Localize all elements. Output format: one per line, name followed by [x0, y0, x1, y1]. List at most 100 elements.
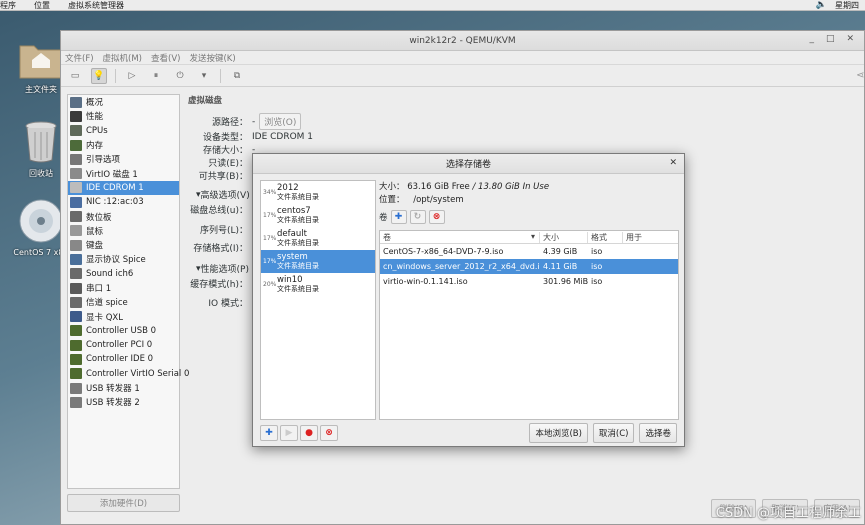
pool-item[interactable]: 17% centos7 文件系统目录 [261, 204, 375, 227]
pool-name: 2012 [277, 182, 299, 193]
toolbar-separator [220, 68, 221, 83]
storage-size-row: 存储大小： - [188, 143, 255, 157]
hardware-item[interactable]: USB 转发器 2 [68, 395, 179, 409]
menu-vm[interactable]: 虚拟机(M) [103, 52, 142, 64]
hardware-item[interactable]: USB 转发器 1 [68, 381, 179, 395]
column-header-format[interactable]: 格式 [588, 231, 623, 243]
shareable-label: 可共享(B)： [198, 172, 248, 182]
refresh-volumes-button[interactable]: ↻ [409, 210, 426, 224]
volume-row[interactable]: CentOS-7-x86_64-DVD-7-9.iso 4.39 GiB iso [380, 244, 678, 259]
disk-icon [70, 168, 82, 180]
snapshots-icon[interactable]: ⧉ [229, 68, 245, 84]
hardware-item-label: Controller USB 0 [86, 325, 157, 336]
pool-item[interactable]: 17% default 文件系统目录 [261, 227, 375, 250]
add-volume-button[interactable]: ✚ [390, 210, 407, 224]
hardware-item[interactable]: 鼠标 [68, 224, 179, 238]
shutdown-icon[interactable]: ⏻ [172, 68, 188, 84]
add-pool-button[interactable]: ✚ [260, 425, 278, 441]
choose-volume-button[interactable]: 选择卷 [639, 423, 677, 443]
menu-file[interactable]: 文件(F) [65, 52, 94, 64]
start-pool-button[interactable]: ▶ [280, 425, 298, 441]
menubar: 文件(F) 虚拟机(M) 查看(V) 发送按键(K) [61, 51, 864, 65]
hardware-item[interactable]: CPUs [68, 124, 179, 138]
hardware-item[interactable]: Sound ich6 [68, 267, 179, 281]
memory-icon [70, 139, 82, 151]
performance-expander[interactable]: ▾ 性能选项(P) [196, 262, 249, 276]
browse-button[interactable]: 浏览(O) [259, 113, 302, 130]
virt-manager-menu[interactable]: 虚拟系统管理器 [68, 0, 124, 11]
volume-size: 4.11 GiB [543, 262, 578, 271]
hardware-item[interactable]: NIC :12:ac:03 [68, 195, 179, 209]
hardware-item[interactable]: Controller VirtIO Serial 0 [68, 367, 189, 381]
add-hardware-button[interactable]: 添加硬件(D) [67, 494, 180, 512]
hardware-item[interactable]: 概况 [68, 95, 179, 109]
pause-icon[interactable]: ⏸ [148, 68, 164, 84]
io-row: IO 模式： [188, 296, 252, 309]
hardware-item[interactable]: VirtIO 磁盘 1 [68, 166, 179, 180]
hardware-item[interactable]: Controller USB 0 [68, 324, 179, 338]
shutdown-menu-chevron-icon[interactable]: ▾ [196, 68, 212, 84]
hardware-item[interactable]: IDE CDROM 1 [68, 180, 179, 196]
delete-icon: ⊗ [325, 428, 333, 438]
close-icon[interactable]: ✕ [846, 34, 854, 44]
advanced-expander[interactable]: ▾ 高级选项(V) [196, 188, 250, 202]
hardware-item[interactable]: 性能 [68, 109, 179, 123]
places-menu[interactable]: 位置 [34, 0, 50, 11]
hardware-item-label: 串口 1 [86, 284, 112, 294]
location-row: 位置： /opt/system [379, 194, 549, 207]
hardware-item[interactable]: 显示协议 Spice [68, 252, 179, 266]
advanced-label: 高级选项(V) [200, 191, 250, 201]
choose-volume-dialog: 选择存储卷 ✕ 34% 2012 文件系统目录 17% centos7 文件系统目录 17%… [252, 153, 685, 447]
pool-type: 文件系统目录 [277, 261, 319, 270]
details-view-icon[interactable]: 💡 [91, 67, 107, 84]
refresh-icon: ↻ [413, 212, 422, 222]
minimize-icon[interactable]: _ [809, 34, 814, 44]
volume-icon[interactable]: 🔈 [816, 0, 827, 10]
hardware-item[interactable]: 内存 [68, 138, 179, 152]
pool-item[interactable]: 17% system 文件系统目录 [261, 250, 375, 273]
pool-item[interactable]: 34% 2012 文件系统目录 [261, 181, 375, 204]
hardware-item-label: USB 转发器 2 [86, 398, 140, 409]
right-edge-icon[interactable]: ⋖ [856, 70, 864, 81]
toolbar-separator [115, 68, 116, 83]
pool-type: 文件系统目录 [277, 238, 319, 247]
hardware-item[interactable]: Controller PCI 0 [68, 338, 179, 352]
window-titlebar[interactable]: win2k12r2 - QEMU/KVM _ □ ✕ [61, 31, 864, 51]
overview-icon [70, 96, 82, 108]
cancel-button[interactable]: 取消(C) [592, 423, 635, 443]
maximize-icon[interactable]: □ [826, 34, 835, 44]
delete-pool-button[interactable]: ⊗ [320, 425, 338, 441]
hardware-item[interactable]: 信道 spice [68, 295, 179, 309]
column-header-volume[interactable]: 卷 ▾ [380, 231, 540, 243]
applications-menu[interactable]: 程序 [0, 0, 16, 11]
pool-item[interactable]: 20% win10 文件系统目录 [261, 273, 375, 296]
volume-row[interactable]: virtio-win-0.1.141.iso 301.96 MiB iso [380, 274, 678, 289]
hardware-item[interactable]: 数位板 [68, 209, 179, 223]
column-header-size[interactable]: 大小 [540, 231, 588, 243]
stop-pool-button[interactable]: ● [300, 425, 318, 441]
volume-row[interactable]: cn_windows_server_2012_r2_x64_dvd.iso 4.1… [380, 259, 678, 274]
hardware-item[interactable]: 键盘 [68, 238, 179, 252]
menu-view[interactable]: 查看(V) [151, 52, 180, 64]
hardware-list: 概况 性能 CPUs 内存 引导选项 VirtIO 磁盘 1 IDE CDROM 1 NIC … [67, 94, 189, 489]
clock[interactable]: 星期四 [835, 0, 859, 11]
hardware-item[interactable]: 串口 1 [68, 281, 179, 295]
hardware-item[interactable]: 显卡 QXL [68, 309, 179, 323]
close-icon[interactable]: ✕ [669, 158, 677, 168]
console-view-icon[interactable]: ▭ [67, 68, 83, 84]
delete-volume-button[interactable]: ⊗ [428, 210, 445, 224]
menu-send-key[interactable]: 发送按键(K) [189, 52, 235, 64]
disc-icon [19, 199, 63, 243]
channel-icon [70, 296, 82, 308]
hardware-item[interactable]: 引导选项 [68, 152, 179, 166]
browse-local-button[interactable]: 本地浏览(B) [529, 423, 588, 443]
dialog-titlebar[interactable]: 选择存储卷 ✕ [253, 154, 684, 174]
column-header-used-by[interactable]: 用于 [623, 232, 678, 243]
home-folder-icon [19, 45, 63, 79]
device-type-label: 设备类型： [202, 133, 248, 143]
hardware-item[interactable]: Controller IDE 0 [68, 352, 179, 366]
cpu-icon [70, 125, 82, 137]
run-icon[interactable]: ▷ [124, 68, 140, 84]
hardware-item-label: USB 转发器 1 [86, 384, 140, 395]
volume-name: cn_windows_server_2012_r2_x64_dvd.iso [383, 262, 540, 271]
